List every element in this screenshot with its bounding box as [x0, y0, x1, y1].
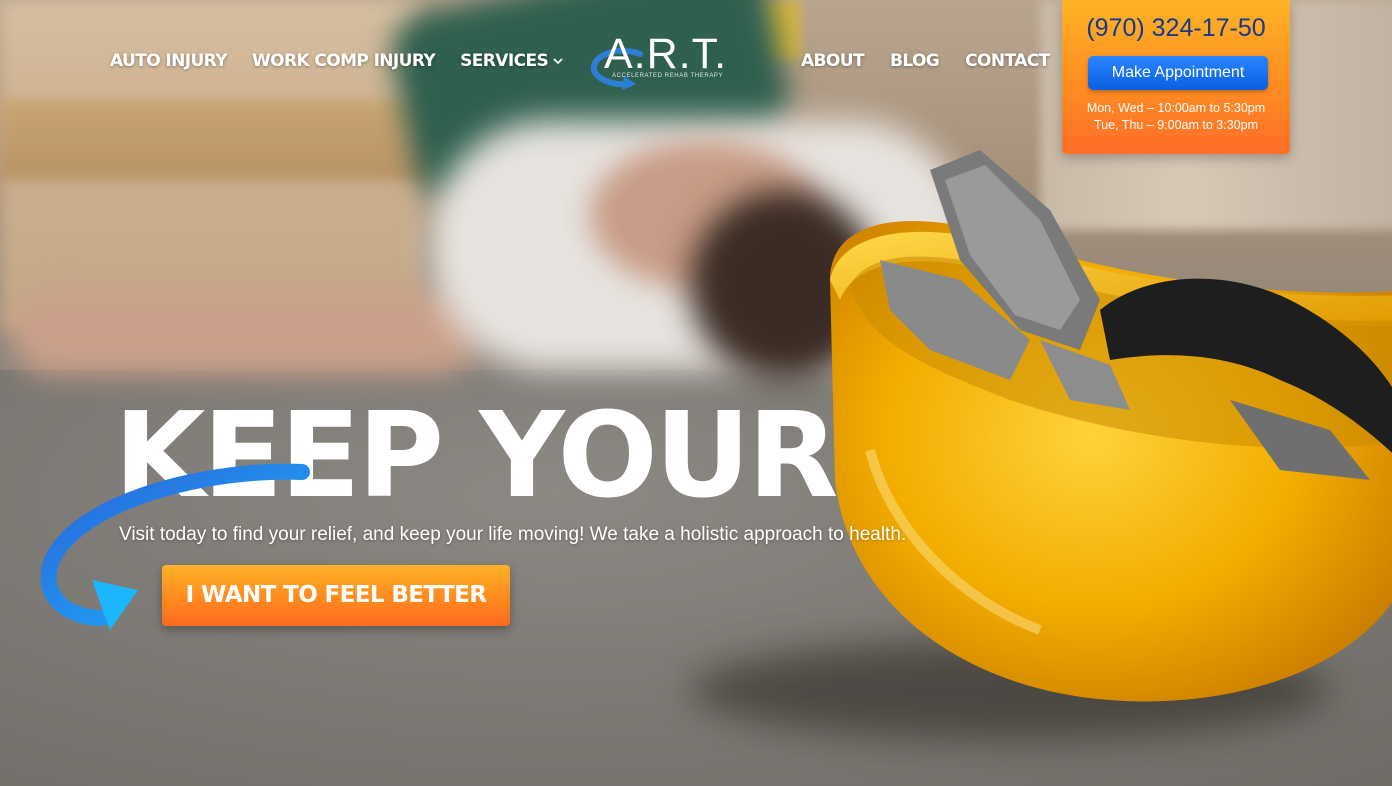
primary-nav-right: ABOUT BLOG CONTACT: [801, 48, 1050, 74]
office-hours-line-2: Tue, Thu – 9:00am to 3:30pm: [1094, 118, 1258, 132]
nav-work-comp-injury[interactable]: WORK COMP INJURY: [252, 51, 436, 71]
worker-arm: [10, 290, 480, 375]
hard-hat-image: [810, 150, 1392, 720]
site-logo[interactable]: A.R.T. ACCELERATED REHAB THERAPY: [590, 30, 760, 92]
nav-services[interactable]: SERVICES: [460, 51, 563, 71]
nav-blog[interactable]: BLOG: [890, 51, 940, 71]
office-hours-line-1: Mon, Wed – 10:00am to 5:30pm: [1086, 101, 1266, 115]
chevron-down-icon: [553, 58, 563, 65]
logo-tagline: ACCELERATED REHAB THERAPY: [612, 73, 724, 79]
nav-contact[interactable]: CONTACT: [965, 51, 1050, 71]
primary-nav-left: AUTO INJURY WORK COMP INJURY SERVICES: [110, 48, 563, 74]
make-appointment-button[interactable]: Make Appointment: [1088, 56, 1268, 90]
nav-services-label: SERVICES: [460, 51, 549, 71]
logo-text: A.R.T.: [604, 30, 728, 78]
hero-tagline: Visit today to find your relief, and kee…: [119, 524, 907, 545]
office-hours: Mon, Wed – 10:00am to 5:30pm Tue, Thu – …: [1062, 100, 1290, 134]
appointment-panel: (970) 324-17-50 Make Appointment Mon, We…: [1062, 0, 1290, 154]
phone-number-link[interactable]: (970) 324-17-50: [1062, 14, 1290, 43]
nav-auto-injury[interactable]: AUTO INJURY: [110, 51, 228, 71]
feel-better-button[interactable]: I WANT TO FEEL BETTER: [162, 565, 510, 626]
nav-about[interactable]: ABOUT: [801, 51, 865, 71]
